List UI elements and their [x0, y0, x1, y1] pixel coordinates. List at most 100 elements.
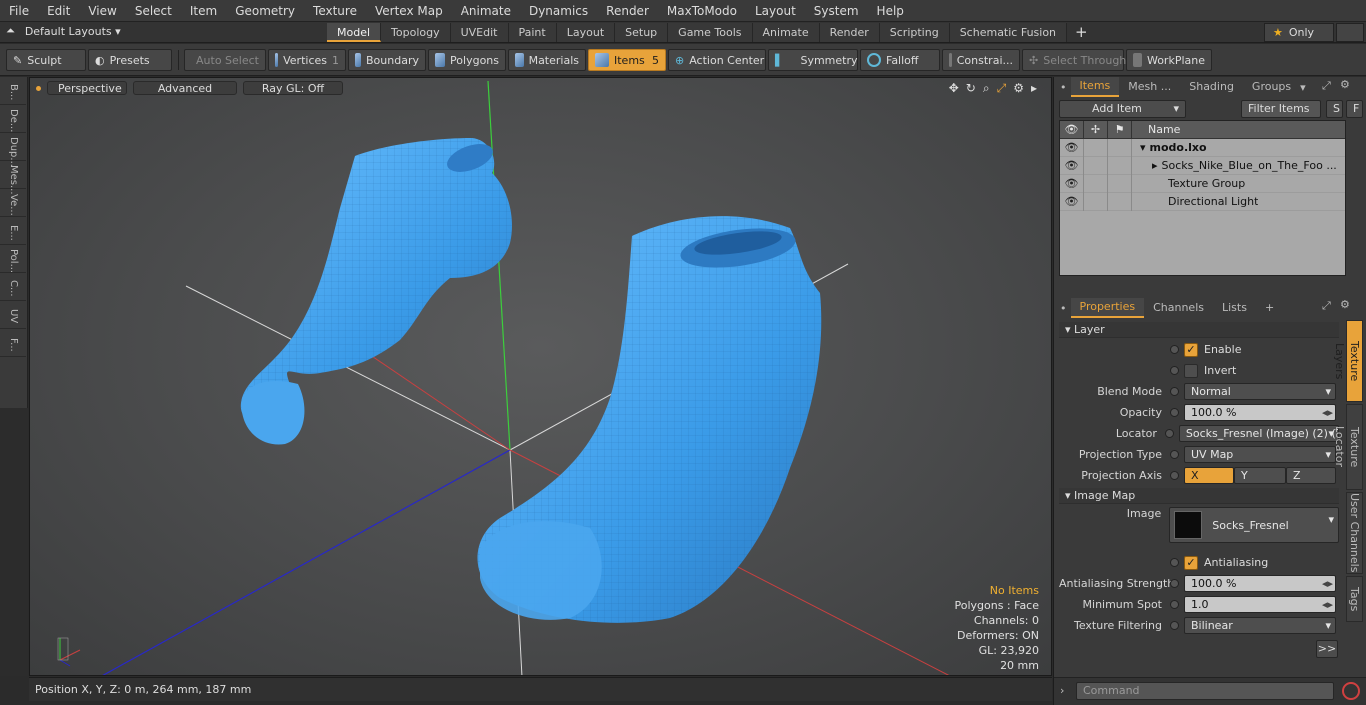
materials-button[interactable]: Materials [508, 49, 586, 71]
tab-shading[interactable]: Shading [1180, 78, 1243, 96]
tab-model[interactable]: Model [327, 23, 382, 42]
item-row-scene[interactable]: 👁 ▾ modo.lxo [1060, 138, 1345, 157]
sidebar-tab-deform[interactable]: De... [0, 105, 26, 133]
vertices-button[interactable]: Vertices 1 [268, 49, 346, 71]
item-row-texture-group[interactable]: 👁 Texture Group [1060, 174, 1345, 193]
vtab-tags[interactable]: Tags [1346, 576, 1363, 622]
3d-viewport[interactable]: Perspective Advanced Ray GL: Off ✥ ↻ ⌕ ⤢… [29, 77, 1052, 676]
panel-gear-icon[interactable]: ⚙ [1340, 78, 1350, 91]
blend-mode-dropdown[interactable]: Normal ▾ [1184, 383, 1336, 400]
add-tab-button[interactable]: + [1256, 299, 1283, 317]
tab-items[interactable]: Items [1070, 77, 1120, 97]
sidebar-tab-curve[interactable]: C... [0, 273, 26, 301]
menu-dynamics[interactable]: Dynamics [520, 4, 597, 18]
vtab-texture-locator[interactable]: Texture Locator [1333, 404, 1363, 490]
menu-maxtomodo[interactable]: MaxToModo [658, 4, 746, 18]
lock-col-icon[interactable]: ✢ [1084, 120, 1108, 139]
shading-dropdown[interactable]: Advanced [133, 81, 237, 95]
boundary-button[interactable]: Boundary [348, 49, 426, 71]
tab-animate[interactable]: Animate [752, 23, 820, 42]
menu-layout[interactable]: Layout [746, 4, 805, 18]
tab-groups[interactable]: Groups [1243, 78, 1300, 96]
enable-checkbox[interactable]: ✓ [1184, 342, 1198, 357]
sculpt-button[interactable]: ✎ Sculpt [6, 49, 86, 71]
vtab-texture-layers[interactable]: Texture Layers [1333, 320, 1363, 402]
texture-filtering-dropdown[interactable]: Bilinear ▾ [1184, 617, 1336, 634]
more-button[interactable]: >> [1316, 640, 1338, 658]
aa-strength-field[interactable]: 100.0 % ◂▸ [1184, 575, 1336, 592]
eye-icon[interactable]: 👁 [1060, 138, 1084, 157]
item-row-mesh[interactable]: 👁 ▸ Socks_Nike_Blue_on_The_Foo ... [1060, 156, 1345, 175]
tab-properties[interactable]: Properties [1070, 298, 1145, 318]
tab-scripting[interactable]: Scripting [879, 23, 950, 42]
rotate-icon[interactable]: ↻ [966, 81, 976, 96]
tab-mesh[interactable]: Mesh ... [1119, 78, 1180, 96]
menu-edit[interactable]: Edit [38, 4, 79, 18]
expand-arrow-icon[interactable]: ▸ [1031, 81, 1037, 96]
tab-layout[interactable]: Layout [556, 23, 616, 42]
layout-dropdown[interactable]: Default Layouts ▾ [25, 25, 121, 38]
tab-topology[interactable]: Topology [381, 23, 451, 42]
antialiasing-checkbox[interactable]: ✓ [1184, 555, 1198, 570]
tab-render[interactable]: Render [819, 23, 880, 42]
menu-system[interactable]: System [805, 4, 868, 18]
zoom-icon[interactable]: ⌕ [983, 81, 990, 96]
sidebar-tab-duplicate[interactable]: Dup... [0, 133, 26, 167]
pan-icon[interactable]: ✥ [949, 81, 959, 96]
command-expand-icon[interactable]: › [1060, 684, 1064, 697]
vtab-user-channels[interactable]: User Channels [1346, 492, 1363, 574]
falloff-button[interactable]: Falloff [860, 49, 940, 71]
panel-gear-icon[interactable]: ⚙ [1340, 298, 1350, 311]
eye-icon[interactable]: 👁 [1060, 174, 1084, 193]
presets-button[interactable]: ◐ Presets [88, 49, 172, 71]
eye-icon[interactable]: 👁 [1060, 192, 1084, 211]
panel-expand-icon[interactable]: ⤢ [1322, 79, 1331, 93]
select-through-button[interactable]: ✣ Select Through [1022, 49, 1126, 71]
tab-setup[interactable]: Setup [615, 23, 669, 42]
auto-select-button[interactable]: Auto Select [184, 49, 266, 71]
tab-schematic-fusion[interactable]: Schematic Fusion [949, 23, 1068, 42]
layer-section[interactable]: ▾ Layer [1059, 322, 1339, 338]
slider-arrows-icon[interactable]: ◂▸ [1322, 405, 1333, 420]
filter-items-input[interactable]: Filter Items [1241, 100, 1321, 118]
view-type-dropdown[interactable]: Perspective [47, 81, 127, 95]
image-map-section[interactable]: ▾ Image Map [1059, 488, 1339, 504]
locator-dropdown[interactable]: Socks_Fresnel (Image) (2) (T ...▾ [1178, 425, 1339, 442]
sidebar-tab-fusion[interactable]: F... [0, 329, 26, 357]
command-input[interactable]: Command [1076, 682, 1334, 700]
menu-file[interactable]: File [0, 4, 38, 18]
only-button[interactable]: ★ Only [1264, 23, 1334, 42]
only-options-button[interactable] [1336, 23, 1364, 42]
eye-icon[interactable]: 👁 [1060, 156, 1084, 175]
menu-render[interactable]: Render [597, 4, 658, 18]
f-button[interactable]: F [1346, 100, 1363, 118]
sidebar-tab-vertex[interactable]: Ve... [0, 189, 26, 217]
menu-help[interactable]: Help [868, 4, 913, 18]
axis-y-button[interactable]: Y [1234, 467, 1286, 484]
sidebar-tab-basic[interactable]: B... [0, 77, 26, 105]
menu-vertex-map[interactable]: Vertex Map [366, 4, 452, 18]
record-icon[interactable] [1342, 682, 1360, 700]
constraints-button[interactable]: Constrai... [942, 49, 1020, 71]
item-row-directional-light[interactable]: 👁 Directional Light [1060, 192, 1345, 211]
expand-arrow-icon[interactable]: ▾ [1132, 141, 1146, 154]
opacity-field[interactable]: 100.0 % ◂▸ [1184, 404, 1336, 421]
add-item-button[interactable]: Add Item ▾ [1059, 100, 1186, 118]
type-col-icon[interactable]: ⚑ [1108, 120, 1132, 139]
invert-checkbox[interactable] [1184, 363, 1198, 378]
symmetry-button[interactable]: ▌ Symmetry [768, 49, 858, 71]
layout-up-icon[interactable]: ⏶ [6, 24, 15, 38]
tab-paint[interactable]: Paint [508, 23, 557, 42]
projection-type-dropdown[interactable]: UV Map ▾ [1184, 446, 1336, 463]
minimum-spot-field[interactable]: 1.0 ◂▸ [1184, 596, 1336, 613]
slider-arrows-icon[interactable]: ◂▸ [1322, 597, 1333, 612]
viewport-menu-dot[interactable] [36, 85, 41, 91]
image-dropdown[interactable]: Socks_Fresnel ▾ [1169, 507, 1339, 543]
tab-uvedit[interactable]: UVEdit [450, 23, 509, 42]
panel-menu-dot[interactable]: • [1060, 302, 1067, 315]
items-button[interactable]: Items 5 [588, 49, 666, 71]
slider-arrows-icon[interactable]: ◂▸ [1322, 576, 1333, 591]
expand-arrow-icon[interactable]: ▸ [1132, 159, 1158, 172]
add-tab-button[interactable]: + [1067, 23, 1096, 42]
tab-game-tools[interactable]: Game Tools [668, 23, 753, 42]
